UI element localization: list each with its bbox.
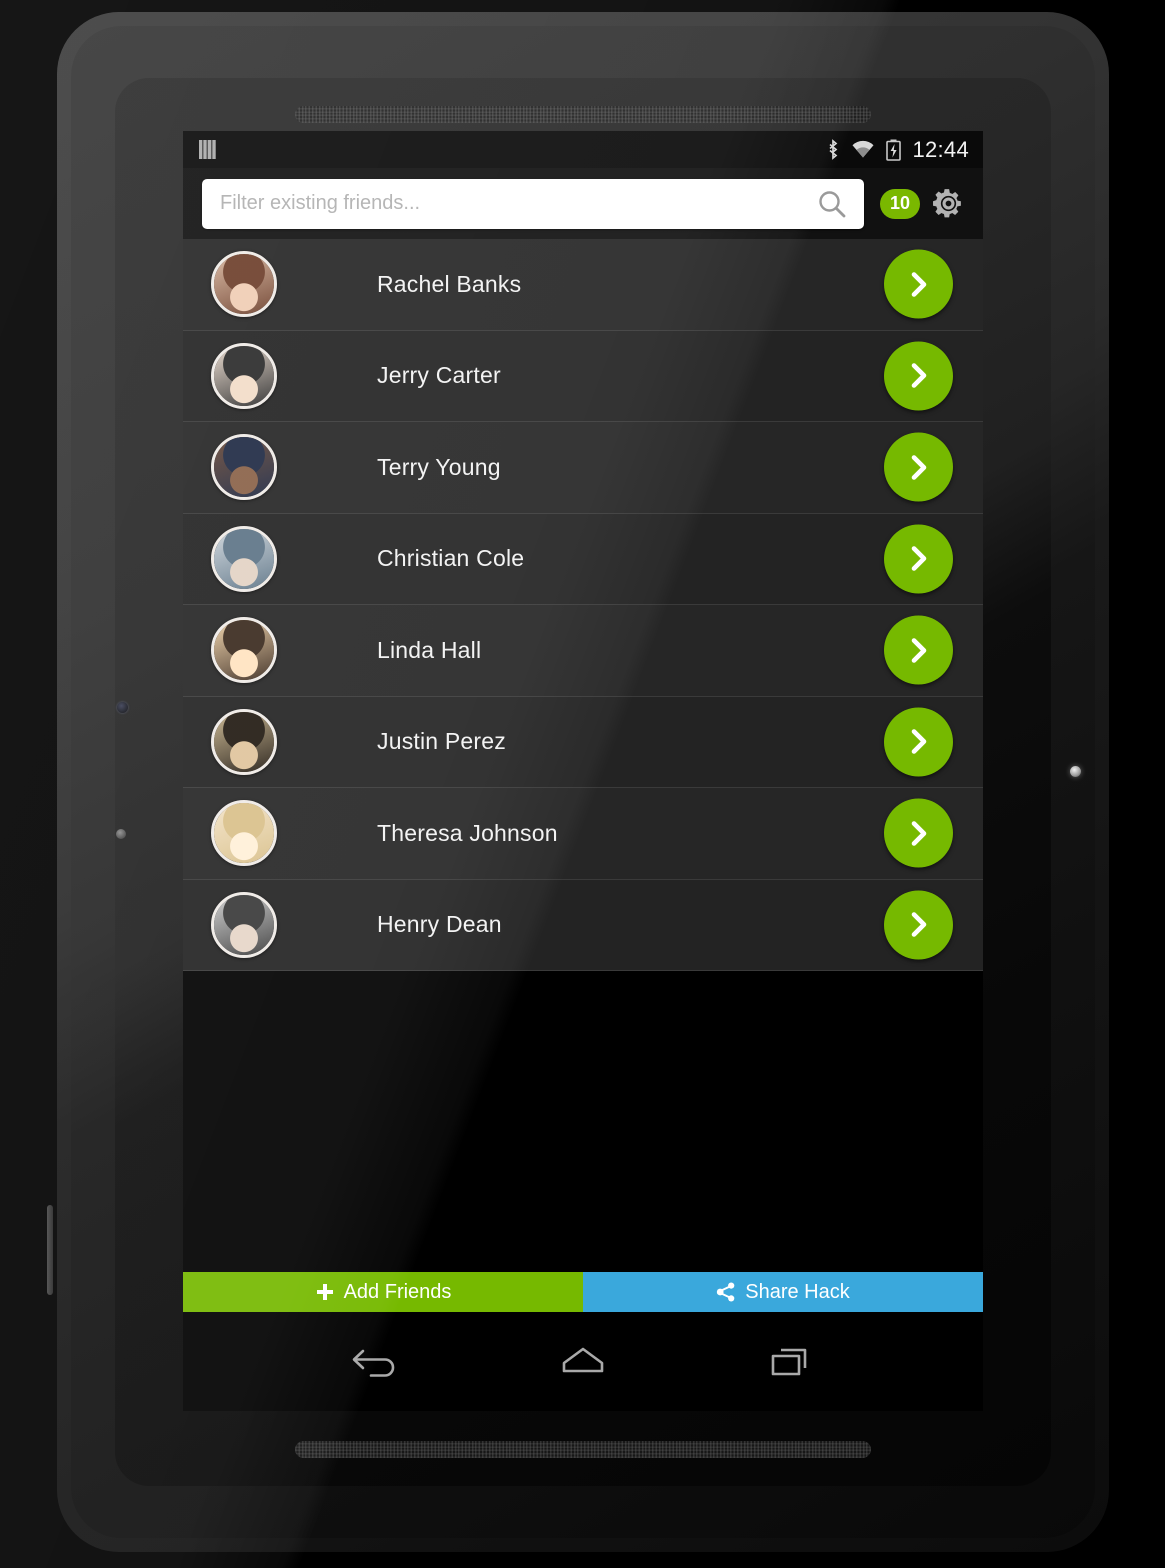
recent-apps-icon[interactable] xyxy=(761,1341,819,1383)
android-status-bar: 12:44 xyxy=(183,131,983,168)
friend-name: Rachel Banks xyxy=(377,270,522,297)
friend-name: Henry Dean xyxy=(377,911,502,938)
friend-name: Christian Cole xyxy=(377,545,525,572)
notification-led xyxy=(116,829,126,839)
side-button[interactable] xyxy=(47,1205,53,1295)
chevron-right-icon xyxy=(911,546,926,572)
friend-detail-button[interactable] xyxy=(884,890,953,960)
avatar xyxy=(211,525,277,592)
friend-detail-button[interactable] xyxy=(884,615,953,685)
friend-count-badge[interactable]: 10 xyxy=(880,188,920,219)
friend-name: Jerry Carter xyxy=(377,362,501,389)
status-bar-system-icons: 12:44 xyxy=(826,137,969,163)
device-screen: 12:44 Filter existing friends... 10 Rach… xyxy=(183,131,983,1411)
chevron-right-icon xyxy=(911,271,926,297)
avatar xyxy=(211,342,277,409)
screenshot-stage: 12:44 Filter existing friends... 10 Rach… xyxy=(0,0,1165,1568)
friend-name: Justin Perez xyxy=(377,728,506,755)
chevron-right-icon xyxy=(911,637,926,663)
share-hack-button[interactable]: Share Hack xyxy=(583,1272,983,1312)
wifi-icon xyxy=(852,140,874,158)
header-actions: 10 xyxy=(880,187,965,220)
avatar xyxy=(211,891,277,958)
chevron-right-icon xyxy=(911,454,926,480)
search-field-wrapper[interactable]: Filter existing friends... xyxy=(202,178,864,229)
home-icon[interactable] xyxy=(554,1341,612,1383)
friend-detail-button[interactable] xyxy=(884,432,953,502)
friend-detail-button[interactable] xyxy=(884,798,953,868)
status-bar-clock: 12:44 xyxy=(912,136,969,162)
chevron-right-icon xyxy=(911,729,926,755)
friend-row[interactable]: Theresa Johnson xyxy=(183,788,983,880)
search-header: Filter existing friends... 10 xyxy=(183,168,983,239)
front-camera xyxy=(117,702,128,713)
add-friends-button[interactable]: Add Friends xyxy=(183,1272,583,1312)
gear-icon[interactable] xyxy=(932,187,965,220)
avatar xyxy=(211,708,277,775)
plus-icon xyxy=(316,1284,333,1300)
friends-list: Rachel Banks Jerry Carter Terry Young Chris… xyxy=(183,239,983,971)
avatar xyxy=(211,800,277,867)
top-speaker-grille xyxy=(295,106,871,123)
back-arrow-icon[interactable] xyxy=(347,1341,405,1383)
avatar xyxy=(211,251,277,318)
search-input[interactable]: Filter existing friends... xyxy=(220,192,420,215)
friend-row[interactable]: Jerry Carter xyxy=(183,330,983,422)
friend-row[interactable]: Justin Perez xyxy=(183,696,983,788)
chevron-right-icon xyxy=(911,820,926,846)
friend-row[interactable]: Terry Young xyxy=(183,422,983,514)
friend-name: Terry Young xyxy=(377,453,501,480)
friend-name: Theresa Johnson xyxy=(377,819,558,846)
friend-detail-button[interactable] xyxy=(884,524,953,594)
light-sensor xyxy=(1070,766,1081,777)
bottom-speaker-grille xyxy=(295,1441,871,1458)
bluetooth-icon xyxy=(829,139,838,160)
search-icon[interactable] xyxy=(816,188,848,220)
add-friends-label: Add Friends xyxy=(343,1280,452,1303)
bottom-action-bar: Add Friends Share Hack xyxy=(183,1272,983,1312)
friend-row[interactable]: Christian Cole xyxy=(183,513,983,605)
avatar xyxy=(211,434,277,501)
chevron-right-icon xyxy=(911,363,926,389)
friend-detail-button[interactable] xyxy=(884,341,953,411)
avatar xyxy=(211,617,277,684)
chevron-right-icon xyxy=(911,912,926,938)
friend-name: Linda Hall xyxy=(377,636,482,663)
share-icon xyxy=(717,1282,735,1302)
friend-row[interactable]: Linda Hall xyxy=(183,605,983,697)
friend-row[interactable]: Rachel Banks xyxy=(183,239,983,331)
app-notification-icon xyxy=(199,140,216,159)
status-bar-notifications xyxy=(199,140,216,159)
battery-charging-icon xyxy=(886,139,902,161)
friend-detail-button[interactable] xyxy=(884,249,953,319)
share-hack-label: Share Hack xyxy=(745,1280,850,1303)
friend-row[interactable]: Henry Dean xyxy=(183,879,983,971)
friend-detail-button[interactable] xyxy=(884,707,953,777)
android-nav-bar xyxy=(183,1312,983,1411)
